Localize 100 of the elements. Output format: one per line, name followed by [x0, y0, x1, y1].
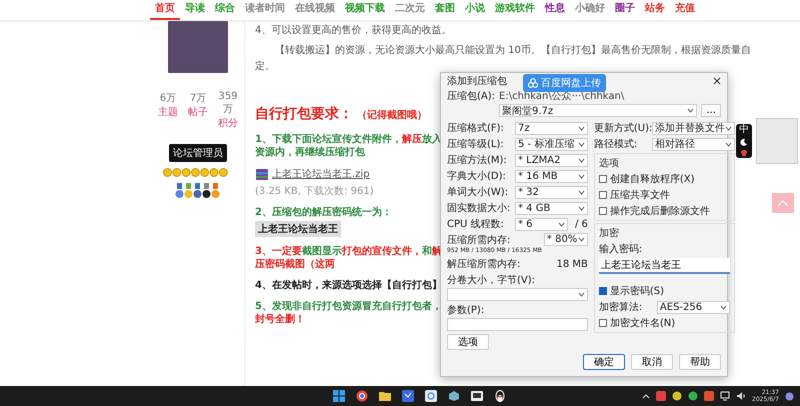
field-label: 压缩等级(L): [447, 138, 505, 151]
close-icon[interactable] [713, 77, 721, 85]
field-label: 压缩格式(F): [447, 122, 505, 135]
penguin-icon[interactable] [494, 390, 506, 402]
caret-icon [578, 190, 585, 194]
dropdown[interactable]: * 16 MB [515, 170, 588, 182]
chevron-up-icon[interactable] [642, 393, 650, 399]
nav-link[interactable]: 性息 [540, 0, 570, 20]
tray-app-icon[interactable] [688, 391, 698, 401]
nav-link[interactable]: 小确好 [570, 0, 610, 20]
field-label: 压缩包(A): [447, 90, 496, 103]
caret-icon [578, 206, 585, 210]
caret-icon [558, 222, 565, 226]
password-field[interactable]: 上老王论坛当老王 [598, 258, 730, 274]
nav-link[interactable]: 视频下载 [340, 0, 390, 20]
checkbox-label: 创建自释放程序(X) [610, 172, 695, 186]
nav-link[interactable]: 在线视频 [290, 0, 340, 20]
dropdown[interactable]: * 6 [515, 218, 568, 230]
field-label: 固实数据大小: [447, 202, 512, 215]
caret-icon [724, 126, 732, 130]
avatar-placeholder [168, 21, 228, 73]
field-label: 字典大小(D): [447, 170, 507, 183]
dropdown[interactable]: * 4 GB [515, 202, 588, 214]
nav-link[interactable]: 综合 [210, 0, 240, 20]
dropdown[interactable]: 5 - 标准压缩 [515, 138, 588, 150]
nav-link[interactable]: 二次元 [390, 0, 430, 20]
speaker-icon[interactable] [736, 391, 746, 401]
caret-icon [720, 304, 727, 310]
caret-icon [578, 126, 585, 130]
nav-link[interactable]: 站务 [640, 0, 670, 20]
browse-button[interactable]: ... [701, 104, 721, 117]
stat-value: 6万 [160, 92, 176, 105]
checkbox-label: 加密文件名(N) [610, 316, 676, 330]
dialog-button[interactable]: 取消 [631, 354, 673, 370]
nav-link[interactable]: 小说 [460, 0, 490, 20]
step-text: 2、压缩包的解压密码统一为： [255, 206, 392, 219]
caret-icon [724, 142, 732, 146]
checkbox[interactable] [598, 287, 607, 295]
field-label: 压缩所需内存: [447, 234, 512, 247]
file-link[interactable]: 上老王论坛当老王.zip [272, 167, 370, 181]
nav-link[interactable]: 充值 [670, 0, 700, 20]
section-heading: 自行打包要求： [255, 105, 353, 123]
dropdown[interactable]: * 32 [515, 186, 588, 198]
admin-badge: 论坛管理员 [169, 144, 227, 162]
moon-icon[interactable] [740, 138, 748, 146]
field-label: CPU 线程数: [447, 218, 505, 231]
checkbox[interactable] [598, 175, 607, 183]
notification-icon[interactable] [785, 392, 794, 400]
checkbox[interactable] [598, 191, 607, 199]
stat-label: 帖子 [188, 106, 208, 119]
caret-icon [578, 292, 585, 297]
field-label: 单词大小(W): [447, 186, 510, 199]
shirt-icon[interactable] [740, 148, 748, 157]
archive-icon [255, 167, 269, 181]
dropdown[interactable]: * LZMA2 [515, 154, 588, 166]
dropdown[interactable]: 7z [515, 122, 588, 134]
step-text: 4、在发帖时，来源选项选择【自行打包】 [255, 279, 443, 292]
dialog-button[interactable]: 帮助 [679, 354, 721, 370]
field-label: 参数(P): [447, 304, 486, 317]
dropdown[interactable]: 添加并替换文件 [652, 122, 735, 134]
checkbox[interactable] [598, 319, 607, 327]
dialog-button[interactable]: 确定 [583, 354, 625, 370]
step-text: 5、发现非自行打包资源冒充自行打包者， 封号全删！ [255, 300, 443, 326]
dropdown[interactable]: AES-256 [656, 300, 730, 314]
archive-name-field[interactable]: 聚阁堂9.7z [499, 104, 698, 117]
caret-icon [687, 108, 694, 113]
nav-link[interactable]: 游戏软件 [490, 0, 540, 20]
checkbox[interactable] [598, 207, 607, 215]
field-label: 输入密码: [598, 242, 644, 256]
cube-icon[interactable] [448, 390, 460, 402]
folder-icon[interactable] [379, 390, 391, 402]
caret-icon [578, 174, 585, 178]
language-toggle[interactable]: 中 [739, 125, 749, 136]
tray-app-icon[interactable] [672, 391, 682, 401]
group-title: 加密 [598, 226, 620, 240]
thread-total: / 6 [574, 218, 588, 230]
input-field[interactable] [447, 318, 588, 331]
tray-app-icon[interactable] [704, 391, 714, 401]
field-label: 更新方式(U): [594, 122, 650, 135]
caret-icon [578, 237, 585, 242]
app-icon[interactable] [402, 390, 414, 402]
dropdown[interactable]: 相对路径 [652, 138, 735, 150]
nav-link[interactable]: 读者时间 [240, 0, 290, 20]
nav-link[interactable]: 套图 [430, 0, 460, 20]
stat-value: 359万 [217, 91, 239, 116]
tray-app-icon[interactable] [656, 391, 666, 401]
caret-icon [578, 158, 585, 162]
nav-link[interactable]: 导读 [180, 0, 210, 20]
field-label: 路径模式: [594, 138, 638, 151]
monitor-icon[interactable] [720, 391, 730, 401]
start-icon[interactable] [333, 390, 345, 402]
nav-link[interactable]: 圈子 [610, 0, 640, 20]
checkbox-label: 显示密码(S) [610, 284, 664, 298]
window-app-icon[interactable] [471, 390, 483, 402]
options-button[interactable]: 选项 [447, 334, 489, 350]
dropdown[interactable]: * 80% [544, 233, 588, 246]
stat-label: 主题 [158, 106, 178, 119]
browser-icon[interactable] [356, 390, 368, 402]
stat-value: 7万 [190, 92, 206, 105]
medal-icons [175, 183, 221, 199]
